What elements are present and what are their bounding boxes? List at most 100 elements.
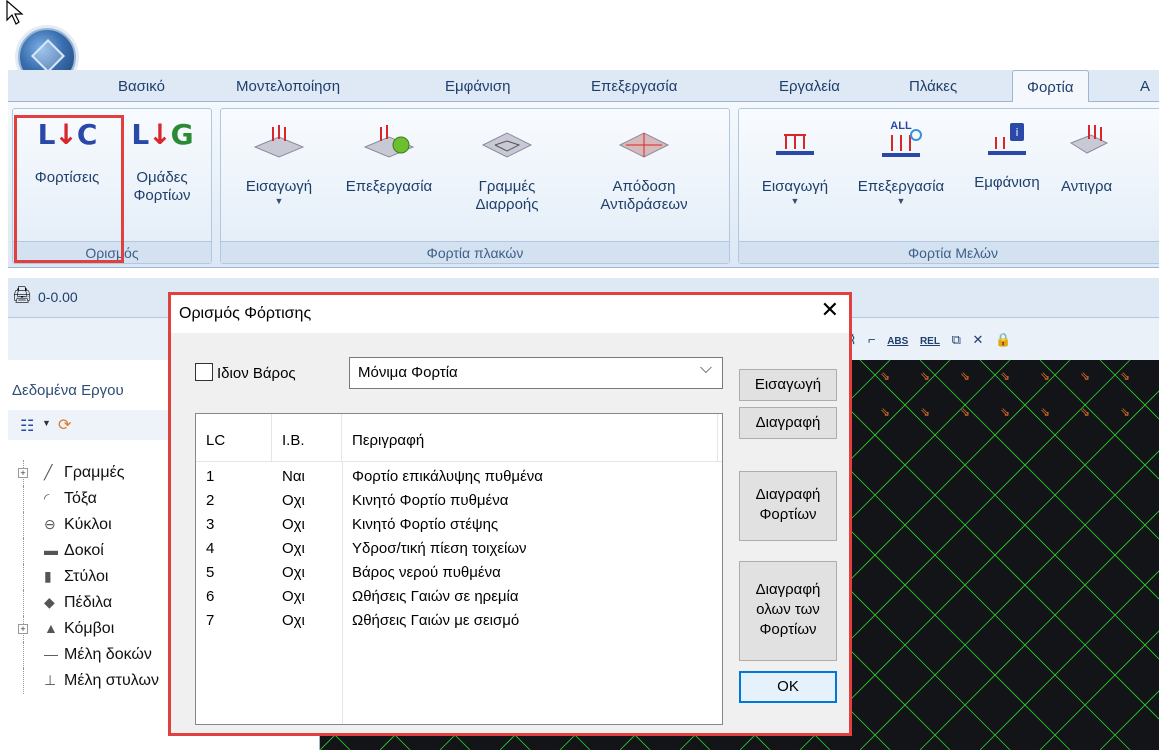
tree-item[interactable]: ◆ Πέδιλα [12,590,159,616]
svg-text:i: i [1015,126,1018,139]
table-row[interactable]: 3 Οχι Κινητό Φορτίο στέψης [196,514,722,537]
load-arrow-icon: ⇘ [920,369,930,383]
table-row[interactable]: 4 Οχι Υδροσ/τική πίεση τοιχείων [196,538,722,561]
delete-all-label-3: Φορτίων [759,621,817,638]
tree-item[interactable]: + ▲ Κόμβοι [12,616,159,642]
tab-edit[interactable]: Επεξεργασία [591,78,677,95]
cell-ib: Ναι [282,468,305,485]
insert-button[interactable]: Εισαγωγή [739,369,837,401]
member-load-display-icon: i [988,123,1026,155]
table-row[interactable]: 7 Οχι Ωθήσεις Γαιών με σεισμό [196,610,722,633]
delete-all-loads-button[interactable]: Διαγραφή ολων των Φορτίων [739,561,837,661]
ribbon-panel: L↓C Φορτίσεις L↓G Ομάδες Φορτίων Ορισμός… [8,102,1159,268]
table-row[interactable]: 6 Οχι Ωθήσεις Γαιών σε ηρεμία [196,586,722,609]
tree-item[interactable]: ⊖ Κύκλοι [12,512,159,538]
tab-loads[interactable]: Φορτία [1012,70,1089,103]
print-icon[interactable]: 🖨 [12,285,32,305]
loadings-highlight-box [14,115,124,263]
tree-connector [23,538,24,564]
cross-icon[interactable]: ✕ [973,332,984,347]
tab-basic[interactable]: Βασικό [118,78,165,95]
expand-icon[interactable]: + [18,468,28,478]
yield-lines-button[interactable]: Γραμμές Διαρροής [457,123,557,214]
load-type-select[interactable]: Μόνιμα Φορτία ⌵ [349,357,723,389]
group-slab-loads: Εισαγωγή ▼ Επεξεργασία Γραμμές Διαρροής [220,108,730,264]
member-insert-label: Εισαγωγή [761,178,829,195]
abs-button[interactable]: ABS [887,336,908,347]
tree-item-label: Κόμβοι [64,620,115,637]
tree-item[interactable]: — Μέλη δοκών [12,642,159,668]
tree-connector [23,590,24,616]
member-load-edit-button[interactable]: ALL Επεξεργασία ▼ [845,117,957,206]
rel-button[interactable]: REL [920,336,940,347]
dimension-icon[interactable]: ⌐ [868,332,876,347]
cell-lc: 1 [206,468,215,485]
header-description[interactable]: Περιγραφή [342,414,718,462]
tree-item[interactable]: ▮ Στύλοι [12,564,159,590]
reactions-label-1: Απόδοση [612,178,676,195]
checkbox-box[interactable] [195,363,213,381]
member-load-edit-icon [882,129,922,157]
slab-load-icon [253,125,305,158]
refresh-icon[interactable]: ⟳ [58,415,71,435]
load-groups-button[interactable]: L↓G Ομάδες Φορτίων [117,115,207,205]
load-arrow-icon: ⇘ [920,405,930,419]
tree-item-label: Γραμμές [64,464,125,481]
app-logo-icon [31,39,65,73]
expand-icon[interactable]: + [18,624,28,634]
member-load-insert-button[interactable]: Εισαγωγή ▼ [745,123,845,206]
close-icon[interactable]: ✕ [821,298,839,323]
arc-icon: ◜ [44,490,50,506]
member-load-display-button[interactable]: i Εμφάνιση [955,119,1059,192]
beam-icon: ▬ [44,542,58,558]
reactions-button[interactable]: Απόδοση Αντιδράσεων [569,123,719,214]
node-icon: ▲ [44,620,58,636]
header-ib[interactable]: I.B. [272,414,342,462]
delete-loads-label-1: Διαγραφή [755,486,821,503]
load-arrow-icon: ⇘ [1080,369,1090,383]
tab-view[interactable]: Εμφάνιση [445,78,510,95]
table-row[interactable]: 1 Ναι Φορτίο επικάλυψης πυθμένα [196,466,722,489]
load-arrow-icon: ⇘ [1000,405,1010,419]
load-groups-label-2: Φορτίων [133,187,191,204]
load-arrow-icon: ⇘ [1040,405,1050,419]
tree-item[interactable]: + ╱ Γραμμές [12,460,159,486]
app-window: Βασικό Μοντελοποίηση Εμφάνιση Επεξεργασί… [0,0,1159,750]
load-arrow-icon: ⇘ [880,369,890,383]
slab-load-edit-button[interactable]: Επεξεργασία [333,123,445,196]
tab-tools[interactable]: Εργαλεία [779,78,840,95]
coordinate-display[interactable]: 0-0.00 [38,289,78,305]
delete-all-label-1: Διαγραφή [755,581,821,598]
header-lc[interactable]: LC [196,414,272,462]
lock-icon[interactable]: 🔒 [995,332,1011,347]
tree-item[interactable]: ▬ Δοκοί [12,538,159,564]
cell-description: Υδροσ/τική πίεση τοιχείων [352,540,527,557]
tree-connector [23,668,24,694]
tab-slabs[interactable]: Πλάκες [909,78,957,95]
slab-load-insert-button[interactable]: Εισαγωγή ▼ [227,123,331,206]
ribbon-tab-bar: Βασικό Μοντελοποίηση Εμφάνιση Επεξεργασί… [8,70,1159,103]
ok-button[interactable]: OK [739,671,837,703]
self-weight-checkbox[interactable]: Ιδιον Βάρος [195,363,296,382]
tree-item[interactable]: ◜ Τόξα [12,486,159,512]
tree-item-label: Στύλοι [64,568,109,585]
circle-icon: ⊖ [44,516,56,532]
yield-lines-icon [481,132,533,158]
member-load-copy-button[interactable]: Αντιγρα [1061,123,1159,196]
delete-loads-button[interactable]: Διαγραφή Φορτίων [739,471,837,541]
table-row[interactable]: 5 Οχι Βάρος νερού πυθμένα [196,562,722,585]
reactions-icon [618,132,670,158]
load-arrow-icon: ⇘ [1000,369,1010,383]
chevron-down-icon[interactable]: ▼ [42,418,51,428]
tree-view-icon[interactable]: ☷ [20,416,34,436]
tree-item[interactable]: ⊥ Μέλη στυλων [12,668,159,694]
grid-line [799,390,1159,750]
delete-button[interactable]: Διαγραφή [739,407,837,439]
load-arrow-icon: ⇘ [960,369,970,383]
tab-modeling[interactable]: Μοντελοποίηση [236,78,340,95]
cell-description: Κινητό Φορτίο στέψης [352,516,499,533]
tree-connector [23,564,24,590]
select-icon[interactable]: ⧉ [952,332,961,347]
tab-more[interactable]: A [1140,78,1150,95]
table-row[interactable]: 2 Οχι Κινητό Φορτίο πυθμένα [196,490,722,513]
